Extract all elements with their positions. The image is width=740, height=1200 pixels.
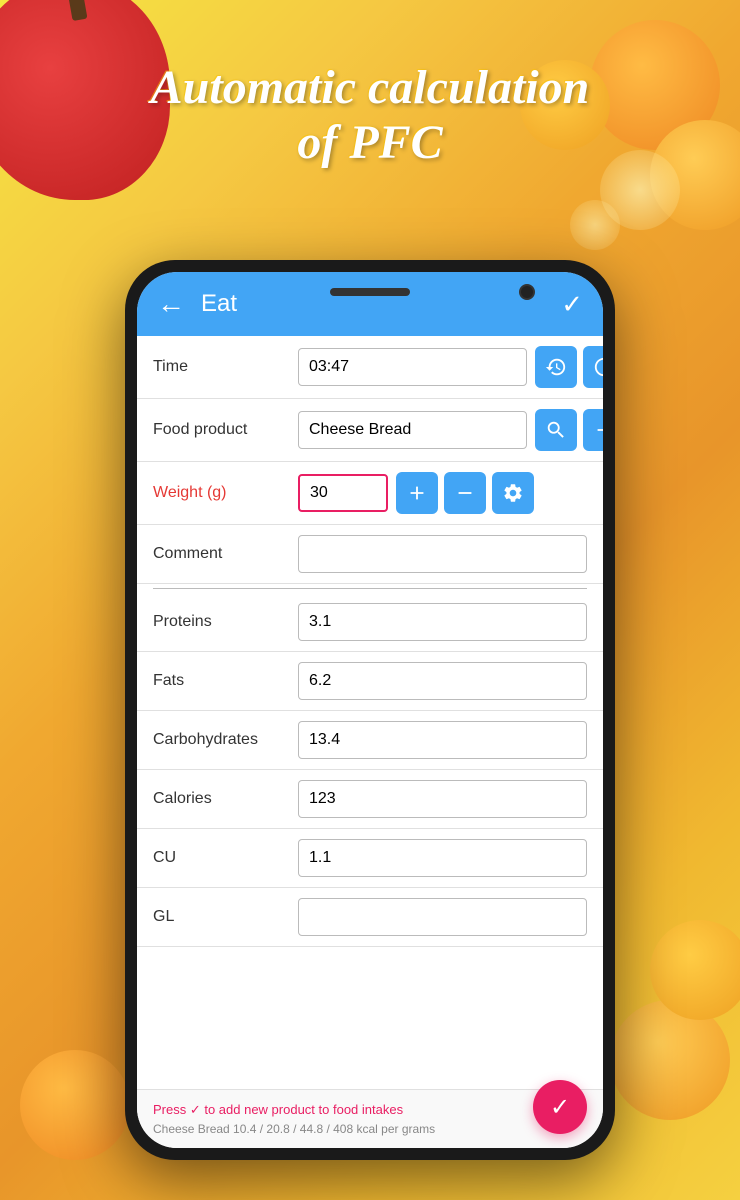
proteins-value: 3.1: [298, 603, 587, 641]
carbohydrates-value: 13.4: [298, 721, 587, 759]
fruit-orange-5: [650, 920, 740, 1020]
phone-speaker: [330, 288, 410, 296]
form-area: Time: [137, 336, 603, 1089]
bottom-info-text: Press ✓ to add new product to food intak…: [153, 1102, 587, 1118]
divider: [153, 588, 587, 589]
calories-value: 123: [298, 780, 587, 818]
phone-screen: ← Eat ✓ Time: [137, 272, 603, 1148]
carbohydrates-label: Carbohydrates: [153, 731, 298, 749]
cu-label: CU: [153, 849, 298, 867]
weight-minus-button[interactable]: [444, 472, 486, 514]
time-current-button[interactable]: [583, 346, 603, 388]
fats-value: 6.2: [298, 662, 587, 700]
cu-value: 1.1: [298, 839, 587, 877]
top-bar: ← Eat ✓: [137, 272, 603, 336]
calories-row: Calories 123: [137, 770, 603, 829]
comment-label: Comment: [153, 545, 298, 563]
food-product-buttons: [535, 409, 603, 451]
headline-line2: of PFC: [297, 116, 442, 169]
app-container: ← Eat ✓ Time: [137, 272, 603, 1148]
weight-settings-button[interactable]: [492, 472, 534, 514]
phone-frame: ← Eat ✓ Time: [125, 260, 615, 1160]
gl-label: GL: [153, 908, 298, 926]
time-row: Time: [137, 336, 603, 399]
time-buttons: [535, 346, 603, 388]
time-history-button[interactable]: [535, 346, 577, 388]
bottom-bar: Press ✓ to add new product to food intak…: [137, 1089, 603, 1148]
bokeh-2: [570, 200, 620, 250]
phone-camera: [519, 284, 535, 300]
weight-input[interactable]: [298, 474, 388, 512]
calories-label: Calories: [153, 790, 298, 808]
food-product-label: Food product: [153, 421, 298, 439]
search-button[interactable]: [535, 409, 577, 451]
weight-buttons: [396, 472, 534, 514]
weight-label: Weight (g): [153, 484, 298, 502]
gl-value: [298, 898, 587, 936]
bottom-sub-text: Cheese Bread 10.4 / 20.8 / 44.8 / 408 kc…: [153, 1122, 587, 1136]
fab-confirm-button[interactable]: ✓: [533, 1080, 587, 1134]
time-label: Time: [153, 358, 298, 376]
fats-row: Fats 6.2: [137, 652, 603, 711]
fruit-orange-6: [20, 1050, 130, 1160]
comment-input[interactable]: [298, 535, 587, 573]
comment-row: Comment: [137, 525, 603, 584]
food-product-input[interactable]: [298, 411, 527, 449]
header-area: Automatic calculation of PFC: [0, 60, 740, 170]
weight-row: Weight (g): [137, 462, 603, 525]
confirm-button[interactable]: ✓: [561, 289, 583, 320]
food-product-row: Food product: [137, 399, 603, 462]
proteins-label: Proteins: [153, 613, 298, 631]
fats-label: Fats: [153, 672, 298, 690]
time-input[interactable]: [298, 348, 527, 386]
headline-line1: Automatic calculation: [151, 61, 590, 114]
headline: Automatic calculation of PFC: [0, 60, 740, 170]
carbohydrates-row: Carbohydrates 13.4: [137, 711, 603, 770]
fab-check-icon: ✓: [550, 1093, 570, 1122]
back-button[interactable]: ←: [157, 288, 185, 320]
proteins-row: Proteins 3.1: [137, 593, 603, 652]
gl-row: GL: [137, 888, 603, 947]
cu-row: CU 1.1: [137, 829, 603, 888]
add-food-button[interactable]: [583, 409, 603, 451]
weight-plus-button[interactable]: [396, 472, 438, 514]
